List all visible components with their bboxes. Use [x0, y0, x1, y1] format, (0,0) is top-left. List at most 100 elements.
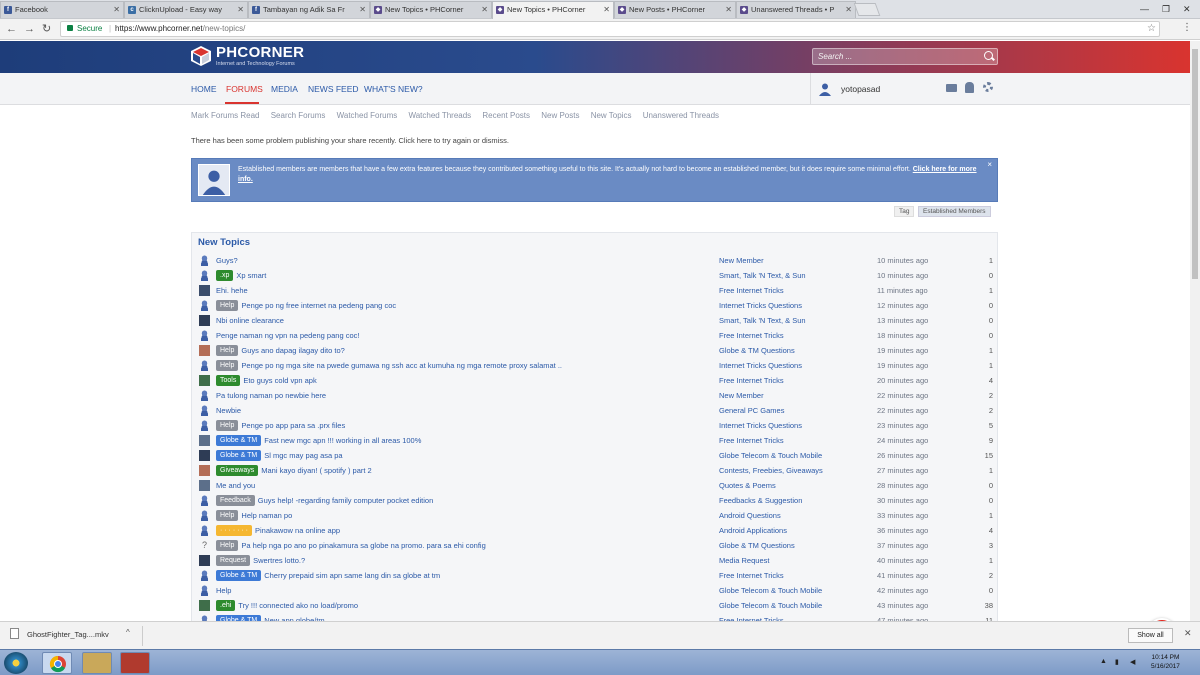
minimize-icon[interactable]: — — [1140, 0, 1149, 18]
chrome-taskbar-icon[interactable] — [42, 652, 72, 674]
subnav-new-posts[interactable]: New Posts — [541, 111, 579, 120]
user-avatar-icon[interactable] — [199, 495, 210, 506]
search-icon[interactable] — [984, 51, 993, 60]
user-avatar-icon[interactable] — [199, 255, 210, 266]
topic-row[interactable]: Request Swertres lotto.? Media Request 40 m… — [192, 553, 999, 568]
unknown-avatar-icon[interactable]: ? — [199, 540, 210, 551]
bell-icon[interactable] — [965, 82, 974, 93]
topic-forum-link[interactable]: General PC Games — [719, 403, 784, 418]
topic-forum-link[interactable]: Free Internet Tricks — [719, 373, 784, 388]
page-scrollbar[interactable] — [1190, 41, 1200, 621]
user-avatar-icon[interactable] — [199, 585, 210, 596]
close-tab-icon[interactable]: ✕ — [237, 2, 244, 18]
close-tab-icon[interactable]: ✕ — [481, 2, 488, 18]
topic-prefix-badge[interactable]: .xp — [216, 270, 234, 281]
subnav-new-topics[interactable]: New Topics — [591, 111, 632, 120]
url-input[interactable]: Secure | https://www.phcorner.net/new-to… — [60, 21, 1160, 37]
back-icon[interactable]: ← — [6, 22, 17, 36]
topic-title-link[interactable]: Pa tulong naman po newbie here — [216, 391, 326, 400]
topic-title-link[interactable]: Guys ano dapag ilagay dito to? — [241, 346, 344, 355]
topic-title-link[interactable]: Swertres lotto.? — [253, 556, 305, 565]
topic-row[interactable]: · · · · · · · Pinakawow na online app Andr… — [192, 523, 999, 538]
topic-row[interactable]: Tools Eto guys cold vpn apk Free Internet … — [192, 373, 999, 388]
topic-row[interactable]: Help Help naman po Android Questions 33 min… — [192, 508, 999, 523]
close-downloads-icon[interactable]: ✕ — [1184, 628, 1192, 639]
browser-menu-icon[interactable]: ⋮ — [1182, 22, 1192, 33]
browser-tab[interactable]: f Facebook ✕ — [0, 1, 124, 18]
topic-forum-link[interactable]: Internet Tricks Questions — [719, 418, 802, 433]
subnav-unanswered-threads[interactable]: Unanswered Threads — [643, 111, 719, 120]
subnav-recent-posts[interactable]: Recent Posts — [482, 111, 530, 120]
user-avatar-icon[interactable] — [199, 405, 210, 416]
topic-title-link[interactable]: Pa help nga po ano po pinakamura sa glob… — [241, 541, 485, 550]
topic-title-link[interactable]: Nbi online clearance — [216, 316, 284, 325]
topic-prefix-badge[interactable]: Help — [216, 300, 239, 311]
topic-row[interactable]: Globe & TM Fast new mgc apn !!! working i… — [192, 433, 999, 448]
forward-icon[interactable]: → — [24, 22, 35, 36]
topic-forum-link[interactable]: New Member — [719, 388, 764, 403]
subnav-watched-threads[interactable]: Watched Threads — [408, 111, 471, 120]
topic-prefix-badge[interactable]: Globe & TM — [216, 570, 262, 581]
topic-row[interactable]: Me and you Quotes & Poems 28 minutes ago 0 — [192, 478, 999, 493]
topic-prefix-badge[interactable]: Giveaways — [216, 465, 259, 476]
topic-title-link[interactable]: Guys help! -regarding family computer po… — [258, 496, 434, 505]
topic-forum-link[interactable]: Globe & TM Questions — [719, 538, 795, 553]
show-all-downloads-button[interactable]: Show all — [1128, 628, 1173, 643]
close-tab-icon[interactable]: ✕ — [725, 2, 732, 18]
taskbar-clock[interactable]: 10:14 PM 5/16/2017 — [1151, 653, 1180, 671]
user-avatar[interactable] — [199, 375, 210, 386]
browser-tab[interactable]: c ClicknUpload - Easy way ✕ — [124, 1, 248, 18]
topic-row[interactable]: Help Penge po ng free internet na pedeng … — [192, 298, 999, 313]
topic-row[interactable]: Globe & TM Cherry prepaid sim apn same la… — [192, 568, 999, 583]
topic-prefix-badge[interactable]: Globe & TM — [216, 450, 262, 461]
topic-row[interactable]: Ehi. hehe Free Internet Tricks 11 minutes … — [192, 283, 999, 298]
topic-title-link[interactable]: Cherry prepaid sim apn same lang din sa … — [264, 571, 440, 580]
topic-forum-link[interactable]: Contests, Freebies, Giveaways — [719, 463, 823, 478]
topic-forum-link[interactable]: Free Internet Tricks — [719, 613, 784, 621]
topic-forum-link[interactable]: Globe Telecom & Touch Mobile — [719, 448, 822, 463]
topic-forum-link[interactable]: Android Questions — [719, 508, 781, 523]
topic-forum-link[interactable]: Smart, Talk 'N Text, & Sun — [719, 313, 806, 328]
browser-tab[interactable]: ◆ Unanswered Threads • P ✕ — [736, 1, 856, 18]
topic-row[interactable]: Newbie General PC Games 22 minutes ago 2 — [192, 403, 999, 418]
site-logo-text[interactable]: PHCORNER — [216, 44, 304, 61]
phcorner-logo-icon[interactable] — [190, 45, 212, 67]
topic-prefix-badge[interactable]: · · · · · · · — [216, 525, 252, 536]
topic-prefix-badge[interactable]: Help — [216, 360, 239, 371]
topic-title-link[interactable]: Ehi. hehe — [216, 286, 248, 295]
gear-icon[interactable] — [983, 82, 993, 92]
topic-row[interactable]: Penge naman ng vpn na pedeng pang coc! Fr… — [192, 328, 999, 343]
close-tab-icon[interactable]: ✕ — [359, 2, 366, 18]
browser-tab[interactable]: f Tambayan ng Adik Sa Fr ✕ — [248, 1, 370, 18]
user-avatar-icon[interactable] — [199, 360, 210, 371]
close-window-icon[interactable]: ✕ — [1183, 0, 1191, 18]
tray-network-icon[interactable]: ▮ — [1115, 658, 1119, 666]
tag-established-members[interactable]: Established Members — [918, 206, 991, 217]
topic-title-link[interactable]: Newbie — [216, 406, 241, 415]
topic-forum-link[interactable]: New Member — [719, 253, 764, 268]
topic-title-link[interactable]: Guys? — [216, 256, 238, 265]
topic-prefix-badge[interactable]: .ehi — [216, 600, 236, 611]
taskbar-app-icon[interactable] — [82, 652, 112, 674]
new-tab-button[interactable] — [853, 3, 881, 16]
subnav-watched-forums[interactable]: Watched Forums — [337, 111, 398, 120]
topic-title-link[interactable]: Fast new mgc apn !!! working in all area… — [264, 436, 421, 445]
topic-row[interactable]: Globe & TM New apn globe/tm Free Internet … — [192, 613, 999, 621]
username[interactable]: yotopasad — [841, 83, 880, 95]
chevron-up-icon[interactable]: ^ — [126, 628, 130, 637]
topic-prefix-badge[interactable]: Help — [216, 510, 239, 521]
reload-icon[interactable]: ↻ — [42, 22, 51, 36]
topic-title-link[interactable]: Help naman po — [241, 511, 292, 520]
browser-tab[interactable]: ◆ New Topics • PHCorner ✕ — [370, 1, 492, 18]
site-search-input[interactable]: Search ... — [812, 48, 998, 65]
topic-row[interactable]: Nbi online clearance Smart, Talk 'N Text,… — [192, 313, 999, 328]
nav-forums[interactable]: FORUMS — [226, 83, 263, 95]
user-avatar[interactable] — [199, 315, 210, 326]
user-avatar-icon[interactable] — [199, 525, 210, 536]
user-avatar[interactable] — [199, 345, 210, 356]
taskbar-app-icon-2[interactable] — [120, 652, 150, 674]
topic-prefix-badge[interactable]: Request — [216, 555, 251, 566]
topic-title-link[interactable]: Penge po ng mga site na pwede gumawa ng … — [241, 361, 562, 370]
topic-forum-link[interactable]: Free Internet Tricks — [719, 283, 784, 298]
user-avatar-icon[interactable] — [819, 83, 831, 96]
